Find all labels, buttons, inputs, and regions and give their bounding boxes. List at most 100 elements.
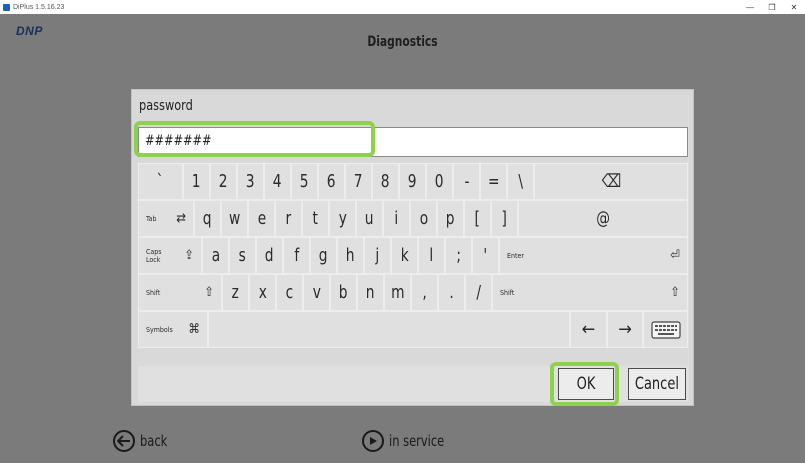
shift-icon: ⇧ [204, 285, 214, 300]
space-key[interactable] [208, 311, 570, 348]
key-semicolon[interactable]: ; [445, 237, 472, 274]
cancel-button[interactable]: Cancel [628, 368, 686, 400]
hide-keyboard-key[interactable] [643, 311, 688, 348]
right-shift-key[interactable]: Shift ⇧ [492, 274, 688, 311]
key-4[interactable]: 4 [264, 163, 291, 200]
key-e[interactable]: e [248, 200, 275, 237]
key-v[interactable]: v [303, 274, 330, 311]
keyboard-row-1: ` 1 2 3 4 5 6 7 8 9 0 - = \ ⌫ [138, 163, 688, 200]
shift-label: Shift [500, 288, 515, 297]
shift-icon: ⇧ [670, 285, 680, 300]
key-d[interactable]: d [256, 237, 283, 274]
key-minus[interactable]: - [453, 163, 480, 200]
key-i[interactable]: i [383, 200, 410, 237]
key-q[interactable]: q [194, 200, 221, 237]
key-b[interactable]: b [330, 274, 357, 311]
key-equals[interactable]: = [480, 163, 507, 200]
keyboard-icon [650, 320, 681, 339]
tab-key[interactable]: Tab ⇄ [138, 200, 194, 237]
key-8[interactable]: 8 [372, 163, 399, 200]
key-close-bracket[interactable]: ] [491, 200, 518, 237]
left-arrow-key[interactable]: ← [570, 311, 607, 348]
password-dialog: password ####### ` 1 2 3 4 5 6 7 8 9 0 -… [131, 89, 694, 406]
key-g[interactable]: g [310, 237, 337, 274]
caps-lock-label: Caps Lock [146, 247, 162, 264]
caps-lock-icon: ⇪ [184, 248, 194, 263]
command-icon: ⌘ [188, 322, 200, 337]
key-2[interactable]: 2 [210, 163, 237, 200]
keyboard-row-4: Shift ⇧ z x c v b n m , . / Shift ⇧ [138, 274, 688, 311]
left-arrow-icon: ← [581, 319, 596, 340]
right-arrow-key[interactable]: → [607, 311, 643, 348]
key-9[interactable]: 9 [399, 163, 426, 200]
backspace-key[interactable]: ⌫ [534, 163, 688, 200]
maximize-button[interactable]: ❐ [761, 3, 783, 12]
caps-lock-key[interactable]: Caps Lock ⇪ [138, 237, 202, 274]
key-t[interactable]: t [302, 200, 329, 237]
close-button[interactable]: ✕ [783, 3, 805, 12]
key-f[interactable]: f [283, 237, 310, 274]
enter-key[interactable]: Enter ⏎ [499, 237, 688, 274]
enter-icon: ⏎ [670, 248, 680, 263]
key-a[interactable]: a [202, 237, 229, 274]
right-arrow-icon: → [618, 319, 632, 340]
brand-logo: DNP [16, 24, 43, 38]
back-arrow-icon [113, 430, 135, 452]
key-h[interactable]: h [337, 237, 364, 274]
back-label: back [140, 432, 168, 450]
key-r[interactable]: r [275, 200, 302, 237]
key-j[interactable]: j [364, 237, 391, 274]
key-0[interactable]: 0 [426, 163, 453, 200]
enter-label: Enter [507, 251, 524, 260]
key-m[interactable]: m [384, 274, 411, 311]
in-service-button[interactable]: in service [362, 427, 454, 455]
ok-button[interactable]: OK [558, 368, 614, 400]
key-k[interactable]: k [391, 237, 418, 274]
key-u[interactable]: u [356, 200, 383, 237]
back-button[interactable]: back [113, 427, 172, 455]
symbols-label: Symbols [146, 325, 173, 334]
key-6[interactable]: 6 [318, 163, 345, 200]
key-z[interactable]: z [222, 274, 249, 311]
key-x[interactable]: x [249, 274, 276, 311]
key-y[interactable]: y [329, 200, 356, 237]
page-title: Diagnostics [367, 34, 438, 50]
keyboard-row-3: Caps Lock ⇪ a s d f g h j k l ; ' Enter … [138, 237, 688, 274]
password-value: ####### [145, 133, 212, 149]
shift-label: Shift [146, 288, 161, 297]
key-at[interactable]: @ [518, 200, 688, 237]
key-3[interactable]: 3 [237, 163, 264, 200]
app-icon [3, 3, 10, 11]
minimize-button[interactable]: — [739, 3, 761, 12]
password-field[interactable]: ####### [138, 127, 688, 157]
dialog-footer: OK Cancel [138, 366, 688, 402]
play-icon [362, 430, 384, 452]
key-open-bracket[interactable]: [ [464, 200, 491, 237]
key-comma[interactable]: , [411, 274, 438, 311]
window-title: DiPlus 1.5.16.23 [13, 3, 65, 11]
in-service-label: in service [389, 432, 445, 450]
key-w[interactable]: w [221, 200, 248, 237]
keyboard-row-2: Tab ⇄ q w e r t y u i o p [ ] @ [138, 200, 688, 237]
key-slash[interactable]: / [465, 274, 492, 311]
key-7[interactable]: 7 [345, 163, 372, 200]
key-apostrophe[interactable]: ' [472, 237, 499, 274]
key-c[interactable]: c [276, 274, 303, 311]
key-5[interactable]: 5 [291, 163, 318, 200]
key-l[interactable]: l [418, 237, 445, 274]
key-1[interactable]: 1 [183, 163, 210, 200]
key-backtick[interactable]: ` [138, 163, 183, 200]
left-shift-key[interactable]: Shift ⇧ [138, 274, 222, 311]
key-p[interactable]: p [437, 200, 464, 237]
tab-icon: ⇄ [176, 211, 186, 226]
field-label: password [139, 98, 193, 114]
symbols-key[interactable]: Symbols ⌘ [138, 311, 208, 348]
key-backslash[interactable]: \ [507, 163, 534, 200]
tab-label: Tab [146, 214, 157, 223]
window-titlebar: DiPlus 1.5.16.23 — ❐ ✕ [0, 0, 805, 14]
key-n[interactable]: n [357, 274, 384, 311]
key-o[interactable]: o [410, 200, 437, 237]
key-s[interactable]: s [229, 237, 256, 274]
key-period[interactable]: . [438, 274, 465, 311]
backspace-icon: ⌫ [601, 171, 621, 192]
